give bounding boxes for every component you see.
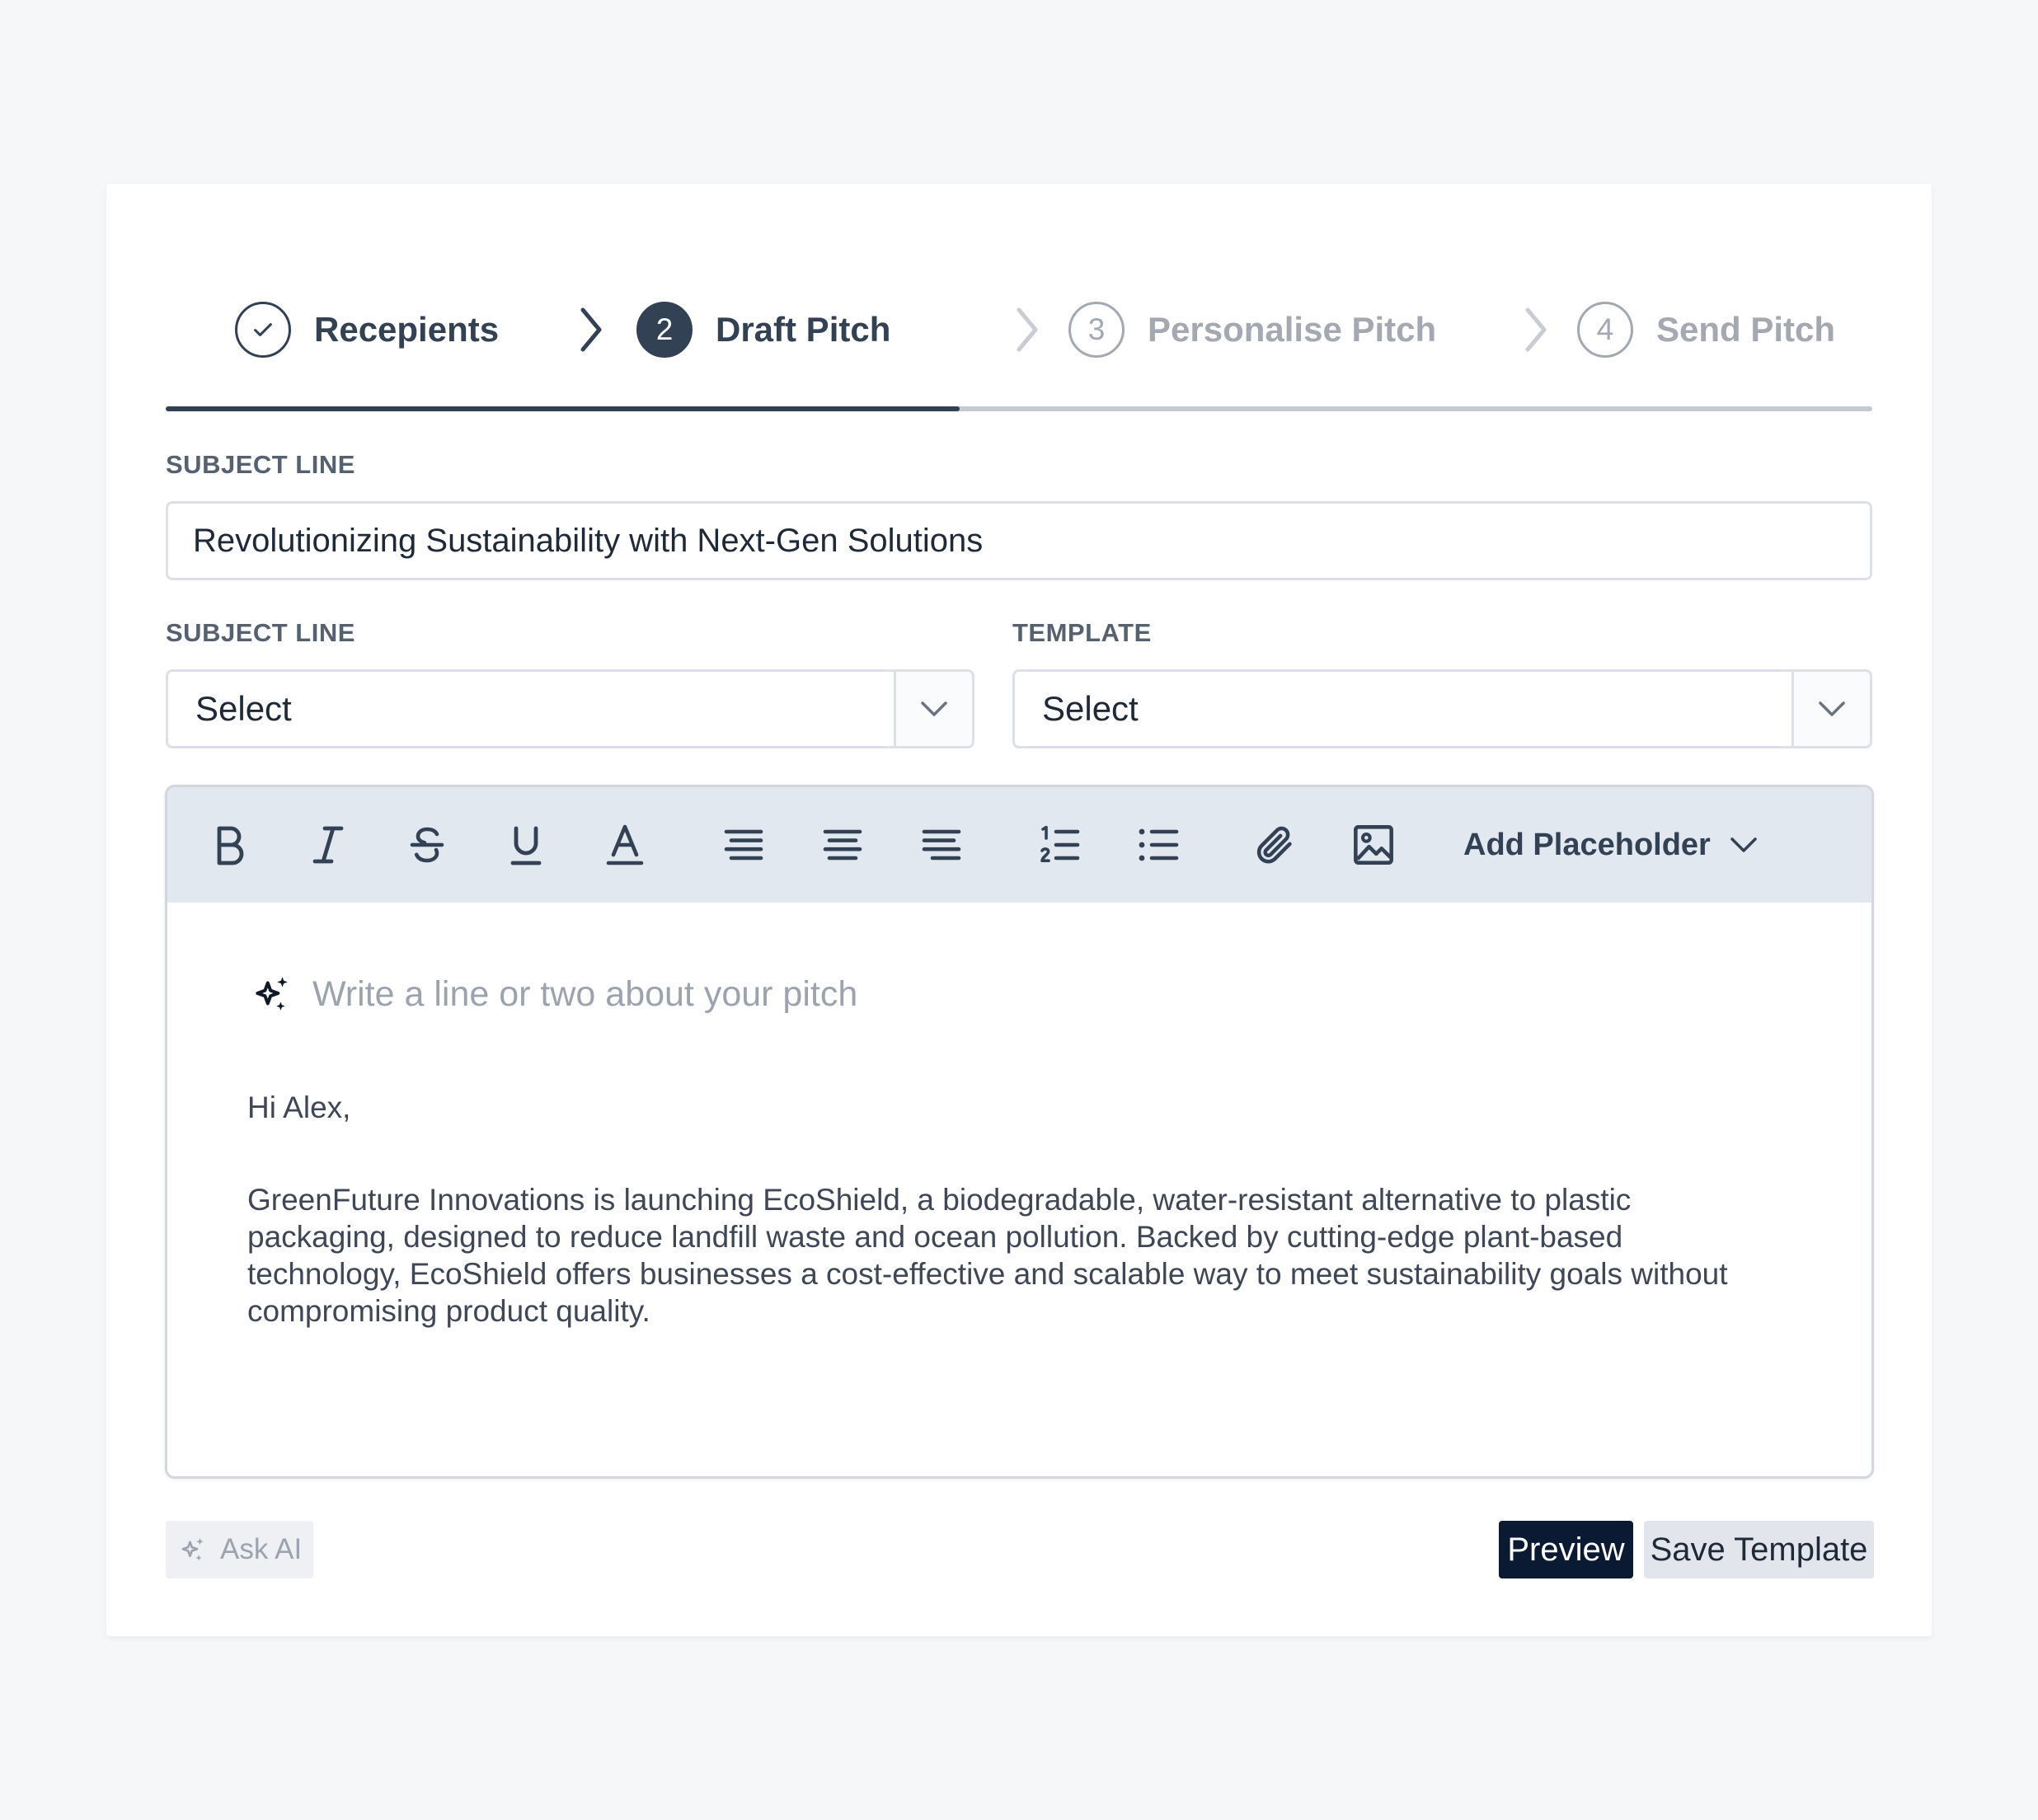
preview-button[interactable]: Preview xyxy=(1499,1521,1633,1578)
bold-icon xyxy=(217,826,244,865)
email-body: GreenFuture Innovations is launching Eco… xyxy=(247,1183,1728,1328)
strikethrough-button[interactable] xyxy=(402,820,452,870)
save-template-button[interactable]: Save Template xyxy=(1644,1521,1874,1578)
step-2-circle: 2 xyxy=(636,302,693,358)
rich-text-editor[interactable]: Add Placeholder Write a line or two abou… xyxy=(165,785,1874,1479)
chevron-down-icon xyxy=(1819,701,1845,716)
underline-icon xyxy=(510,826,542,865)
add-placeholder-dropdown[interactable]: Add Placeholder xyxy=(1463,820,1759,870)
template-select[interactable]: Select xyxy=(1012,669,1872,748)
progress-fill xyxy=(166,406,960,411)
select-value: Select xyxy=(195,689,292,728)
sparkles-icon xyxy=(181,1537,204,1561)
ask-ai-label: Ask AI xyxy=(220,1533,303,1565)
chevron-right-icon xyxy=(571,298,612,361)
subject-line-label: SUBJECT LINE xyxy=(166,450,355,479)
step-recepients[interactable]: Recepients xyxy=(235,298,499,361)
step-send-pitch[interactable]: 4 Send Pitch xyxy=(1577,298,1835,361)
check-icon xyxy=(254,323,272,336)
chevron-right-icon xyxy=(1007,298,1048,361)
select-value: Select xyxy=(1042,689,1139,728)
text-color-button[interactable] xyxy=(600,820,650,870)
italic-icon xyxy=(312,826,344,864)
align-center-button[interactable] xyxy=(818,820,867,870)
subject-line-input[interactable]: Revolutionizing Sustainability with Next… xyxy=(166,501,1872,580)
align-left-icon xyxy=(724,829,763,861)
subject-line-select-label: SUBJECT LINE xyxy=(166,618,355,647)
chevron-right-icon xyxy=(1515,298,1557,361)
bullet-list-icon xyxy=(1139,828,1179,861)
subject-line-value: Revolutionizing Sustainability with Next… xyxy=(193,522,984,559)
email-greeting: Hi Alex, xyxy=(247,1091,351,1124)
stepper: Recepients 2 Draft Pitch 3 Personalise P… xyxy=(166,184,1872,412)
bullet-list-button[interactable] xyxy=(1134,820,1183,870)
step-draft-pitch[interactable]: 2 Draft Pitch xyxy=(636,298,890,361)
select-toggle[interactable] xyxy=(894,672,972,746)
template-label: TEMPLATE xyxy=(1012,618,1152,647)
attachment-button[interactable] xyxy=(1250,820,1299,870)
align-left-button[interactable] xyxy=(719,820,768,870)
ask-ai-button[interactable]: Ask AI xyxy=(166,1521,314,1578)
ordered-list-icon xyxy=(1040,825,1080,862)
step-personalise-pitch[interactable]: 3 Personalise Pitch xyxy=(1068,298,1436,361)
italic-button[interactable] xyxy=(303,820,353,870)
editor-toolbar: Add Placeholder xyxy=(167,787,1871,903)
align-right-button[interactable] xyxy=(917,820,966,870)
step-4-circle: 4 xyxy=(1577,302,1633,358)
strikethrough-icon xyxy=(410,827,444,863)
image-button[interactable] xyxy=(1349,820,1398,870)
step-3-circle: 3 xyxy=(1068,302,1125,358)
pitch-card: Recepients 2 Draft Pitch 3 Personalise P… xyxy=(106,184,1932,1636)
ordered-list-button[interactable] xyxy=(1035,820,1084,870)
underline-button[interactable] xyxy=(501,820,551,870)
align-right-icon xyxy=(922,829,961,861)
ai-prompt-input[interactable]: Write a line or two about your pitch xyxy=(251,973,857,1015)
step-1-circle xyxy=(235,302,291,358)
step-label: Recepients xyxy=(314,310,500,349)
image-icon xyxy=(1354,825,1393,865)
step-label: Send Pitch xyxy=(1656,310,1836,349)
chevron-down-icon xyxy=(1730,837,1757,852)
step-label: Personalise Pitch xyxy=(1148,310,1437,349)
progress-track xyxy=(166,406,1872,411)
attachment-icon xyxy=(1256,826,1292,864)
ai-prompt-placeholder: Write a line or two about your pitch xyxy=(312,973,858,1014)
subject-line-select[interactable]: Select xyxy=(166,669,974,748)
select-toggle[interactable] xyxy=(1791,672,1870,746)
text-color-icon xyxy=(606,824,644,865)
step-label: Draft Pitch xyxy=(716,310,891,349)
align-center-icon xyxy=(823,829,862,861)
add-placeholder-label: Add Placeholder xyxy=(1463,827,1711,862)
chevron-down-icon xyxy=(921,701,947,716)
bold-button[interactable] xyxy=(204,820,254,870)
sparkles-icon xyxy=(256,977,288,1011)
